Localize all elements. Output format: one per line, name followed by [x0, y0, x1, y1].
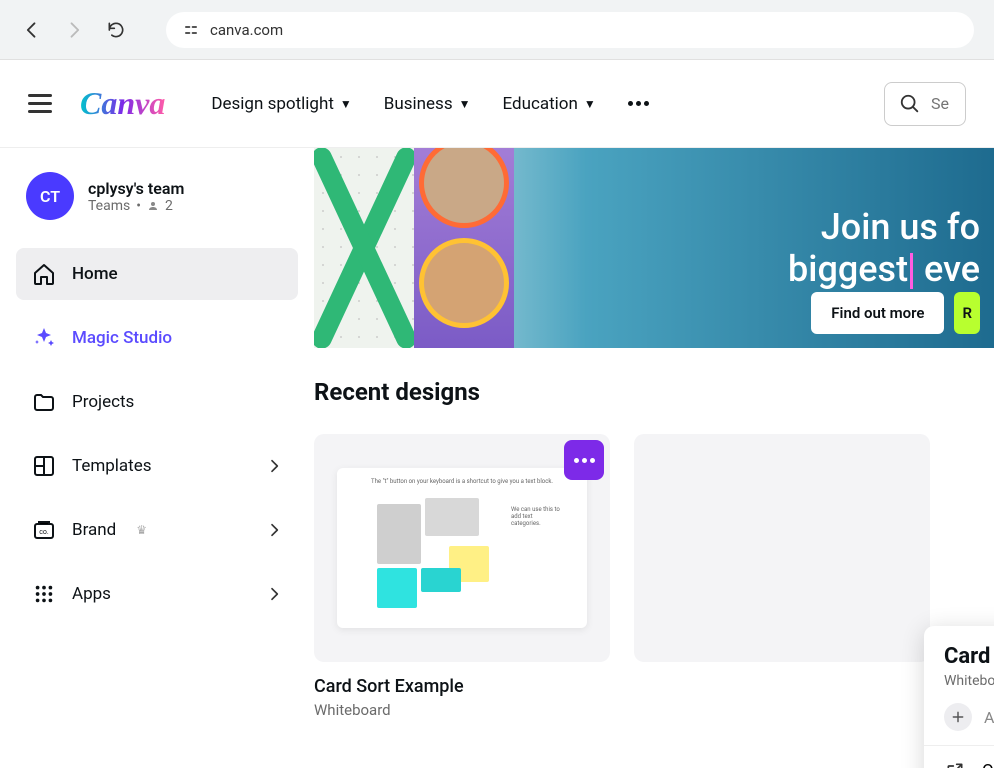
nav-label: Design spotlight: [211, 94, 334, 114]
chevron-right-icon: [266, 522, 282, 538]
team-avatar: CT: [26, 172, 74, 220]
sidebar-item-label: Home: [72, 264, 118, 284]
banner-secondary-button[interactable]: R: [954, 292, 980, 334]
nav-design-spotlight[interactable]: Design spotlight ▼: [211, 94, 351, 114]
nav-label: Business: [384, 94, 453, 114]
recent-designs-heading: Recent designs: [314, 348, 994, 406]
crown-icon: ♛: [136, 523, 147, 537]
top-nav: Design spotlight ▼ Business ▼ Education …: [211, 94, 648, 114]
brand-icon: co.: [32, 518, 56, 542]
forward-button[interactable]: [62, 18, 86, 42]
banner-headline: Join us fo biggest eve: [788, 206, 980, 290]
reload-button[interactable]: [104, 18, 128, 42]
design-thumbnail[interactable]: The "t" button on your keyboard is a sho…: [314, 434, 610, 662]
sidebar-item-label: Brand: [72, 520, 116, 540]
search-input[interactable]: [931, 94, 951, 113]
sidebar-item-projects[interactable]: Projects: [16, 376, 298, 428]
sidebar-item-brand[interactable]: co. Brand ♛: [16, 504, 298, 556]
design-more-button[interactable]: [564, 440, 604, 480]
search-icon: [899, 93, 921, 115]
svg-text:co.: co.: [39, 528, 49, 536]
nav-education[interactable]: Education ▼: [503, 94, 596, 114]
tags-row: Add tags: [924, 703, 994, 745]
sidebar-item-apps[interactable]: Apps: [16, 568, 298, 620]
design-thumbnail[interactable]: [634, 434, 930, 662]
promo-banner: Join us fo biggest eve Find out more R: [314, 148, 994, 348]
context-menu-subtitle: Whiteboard • By cplysy • Edited 1 hour a…: [944, 673, 994, 689]
design-context-menu: Card Sort Example Whiteboard • By cplysy…: [924, 626, 994, 768]
sidebar-item-magic-studio[interactable]: Magic Studio: [16, 312, 298, 364]
team-name: cplysy's team: [88, 179, 184, 198]
team-sub: Teams • 2: [88, 198, 184, 214]
sidebar-item-home[interactable]: Home: [16, 248, 298, 300]
banner-faces: [414, 148, 514, 348]
menu-hamburger-button[interactable]: [28, 92, 52, 116]
sidebar-item-label: Magic Studio: [72, 328, 172, 348]
find-out-more-button[interactable]: Find out more: [811, 292, 944, 334]
site-settings-icon[interactable]: [182, 21, 200, 39]
canva-logo[interactable]: Canva: [80, 85, 165, 122]
design-card[interactable]: The "t" button on your keyboard is a sho…: [314, 434, 610, 719]
chevron-right-icon: [266, 458, 282, 474]
sidebar-item-label: Templates: [72, 456, 152, 476]
nav-label: Education: [503, 94, 578, 114]
url-text: canva.com: [210, 21, 283, 39]
chevron-right-icon: [266, 586, 282, 602]
address-bar[interactable]: canva.com: [166, 12, 974, 48]
browser-chrome: canva.com: [0, 0, 994, 60]
sidebar-item-label: Projects: [72, 392, 134, 412]
people-icon: [147, 200, 159, 212]
sidebar-item-templates[interactable]: Templates: [16, 440, 298, 492]
add-tags-label: Add tags: [984, 708, 994, 727]
back-button[interactable]: [20, 18, 44, 42]
content-area: Join us fo biggest eve Find out more R R…: [314, 148, 994, 768]
folder-icon: [32, 390, 56, 414]
design-title: Card Sort Example: [314, 676, 610, 697]
chevron-down-icon: ▼: [459, 97, 471, 111]
context-menu-title: Card Sort Example: [944, 644, 994, 669]
apps-grid-icon: [32, 582, 56, 606]
sidebar-item-label: Apps: [72, 584, 111, 604]
templates-icon: [32, 454, 56, 478]
home-icon: [32, 262, 56, 286]
nav-more-button[interactable]: [628, 94, 649, 114]
app-header: Canva Design spotlight ▼ Business ▼ Educ…: [0, 60, 994, 148]
add-tag-button[interactable]: [944, 703, 972, 731]
design-subtitle: Whiteboard: [314, 701, 610, 719]
menu-item-label: Open in a new tab: [982, 761, 994, 768]
design-card[interactable]: [634, 434, 930, 719]
search-box[interactable]: [884, 82, 966, 126]
chevron-down-icon: ▼: [340, 97, 352, 111]
text-cursor-icon: [910, 253, 913, 289]
nav-business[interactable]: Business ▼: [384, 94, 471, 114]
menu-open-new-tab[interactable]: Open in a new tab: [924, 746, 994, 768]
whiteboard-preview: The "t" button on your keyboard is a sho…: [337, 468, 587, 628]
sparkle-icon: [32, 326, 56, 350]
open-external-icon: [944, 760, 966, 768]
chevron-down-icon: ▼: [584, 97, 596, 111]
designs-row: The "t" button on your keyboard is a sho…: [314, 406, 994, 719]
sidebar: CT cplysy's team Teams • 2 Home: [0, 148, 314, 768]
team-selector[interactable]: CT cplysy's team Teams • 2: [16, 166, 298, 238]
